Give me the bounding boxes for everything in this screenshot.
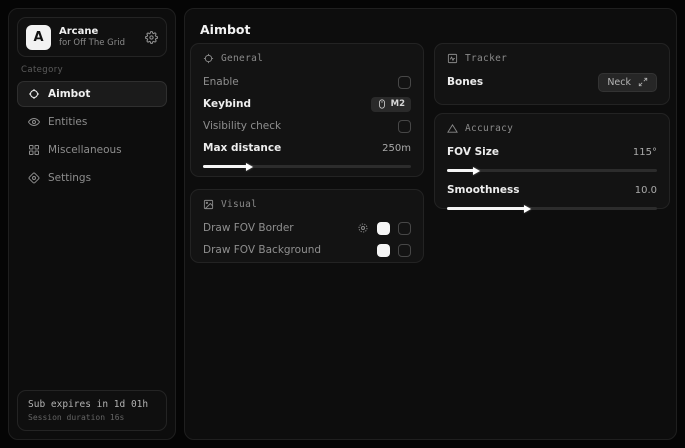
fov-background-color-swatch[interactable] bbox=[377, 244, 390, 257]
app-meta: Arcane for Off The Grid bbox=[59, 26, 137, 48]
draw-fov-border-controls bbox=[357, 222, 411, 235]
enable-row: Enable bbox=[203, 72, 411, 92]
max-distance-value: 250m bbox=[382, 143, 411, 154]
sidebar-item-label: Aimbot bbox=[48, 88, 90, 100]
slider-thumb[interactable] bbox=[246, 163, 253, 171]
smoothness-value: 10.0 bbox=[635, 185, 657, 196]
fov-size-slider[interactable] bbox=[447, 169, 657, 172]
draw-fov-border-checkbox[interactable] bbox=[398, 222, 411, 235]
gear-icon[interactable] bbox=[357, 222, 369, 234]
general-card-header: General bbox=[203, 53, 411, 64]
app-header: A Arcane for Off The Grid bbox=[17, 17, 167, 57]
bones-row: Bones Neck bbox=[447, 72, 657, 92]
sidebar-item-entities[interactable]: Entities bbox=[17, 109, 167, 135]
page-title: Aimbot bbox=[200, 22, 251, 37]
draw-fov-background-controls bbox=[377, 244, 411, 257]
bones-label: Bones bbox=[447, 76, 483, 88]
accuracy-card-header: Accuracy bbox=[447, 123, 657, 134]
eye-icon bbox=[27, 116, 40, 128]
sidebar-item-settings[interactable]: Settings bbox=[17, 165, 167, 191]
keybind-button[interactable]: M2 bbox=[371, 97, 411, 112]
tracker-card-header: Tracker bbox=[447, 53, 657, 64]
smoothness-slider[interactable] bbox=[447, 207, 657, 210]
settings-icon bbox=[27, 172, 40, 184]
fov-size-label: FOV Size bbox=[447, 146, 499, 158]
draw-fov-background-checkbox[interactable] bbox=[398, 244, 411, 257]
slider-thumb[interactable] bbox=[473, 167, 480, 175]
subscription-info: Sub expires in 1d 01h Session duration 1… bbox=[17, 390, 167, 431]
accuracy-card: Accuracy FOV Size 115° Smoothness 10.0 bbox=[434, 113, 670, 209]
activity-icon bbox=[447, 53, 458, 64]
enable-label: Enable bbox=[203, 76, 239, 88]
slider-thumb[interactable] bbox=[524, 205, 531, 213]
slider-fill bbox=[203, 165, 247, 168]
session-duration-text: Session duration 16s bbox=[28, 413, 156, 422]
tracker-card-title: Tracker bbox=[465, 53, 507, 64]
bones-dropdown[interactable]: Neck bbox=[598, 73, 657, 92]
keybind-row: Keybind M2 bbox=[203, 94, 411, 114]
accuracy-card-title: Accuracy bbox=[465, 123, 513, 134]
draw-fov-background-row: Draw FOV Background bbox=[203, 240, 411, 260]
visibility-check-row: Visibility check bbox=[203, 116, 411, 136]
tracker-card: Tracker Bones Neck bbox=[434, 43, 670, 105]
visibility-check-checkbox[interactable] bbox=[398, 120, 411, 133]
enable-checkbox[interactable] bbox=[398, 76, 411, 89]
visual-card-header: Visual bbox=[203, 199, 411, 210]
main-panel: Aimbot General Enable Keybind M2 Visibil… bbox=[184, 8, 677, 440]
bones-value: Neck bbox=[607, 77, 631, 88]
draw-fov-background-label: Draw FOV Background bbox=[203, 244, 321, 256]
max-distance-row: Max distance 250m bbox=[203, 138, 411, 158]
fov-size-value: 115° bbox=[633, 147, 657, 158]
category-label: Category bbox=[21, 65, 165, 75]
max-distance-slider[interactable] bbox=[203, 165, 411, 168]
general-card-title: General bbox=[221, 53, 263, 64]
fov-size-row: FOV Size 115° bbox=[447, 142, 657, 162]
app-logo: A bbox=[26, 25, 51, 50]
app-title: Arcane bbox=[59, 26, 137, 37]
visual-card: Visual Draw FOV Border Draw FOV Backgrou… bbox=[190, 189, 424, 263]
draw-fov-border-label: Draw FOV Border bbox=[203, 222, 294, 234]
crosshair-icon bbox=[27, 88, 40, 100]
sidebar: A Arcane for Off The Grid Category Aimbo… bbox=[8, 8, 176, 440]
gear-icon[interactable] bbox=[145, 31, 158, 44]
sidebar-item-label: Settings bbox=[48, 172, 91, 184]
sidebar-item-aimbot[interactable]: Aimbot bbox=[17, 81, 167, 107]
image-icon bbox=[203, 199, 214, 210]
general-card: General Enable Keybind M2 Visibility che… bbox=[190, 43, 424, 177]
keybind-label: Keybind bbox=[203, 98, 251, 110]
expand-icon bbox=[638, 77, 648, 87]
sidebar-item-label: Entities bbox=[48, 116, 87, 128]
max-distance-label: Max distance bbox=[203, 142, 281, 154]
grid-icon bbox=[27, 144, 40, 156]
sub-expires-text: Sub expires in 1d 01h bbox=[28, 399, 156, 410]
fov-border-color-swatch[interactable] bbox=[377, 222, 390, 235]
sidebar-nav: Aimbot Entities Miscellaneous Settings bbox=[9, 81, 175, 191]
sidebar-item-miscellaneous[interactable]: Miscellaneous bbox=[17, 137, 167, 163]
slider-fill bbox=[447, 169, 474, 172]
crosshair-icon bbox=[203, 53, 214, 64]
visibility-check-label: Visibility check bbox=[203, 120, 281, 132]
slider-fill bbox=[447, 207, 525, 210]
mouse-icon bbox=[377, 99, 387, 109]
smoothness-row: Smoothness 10.0 bbox=[447, 180, 657, 200]
sidebar-item-label: Miscellaneous bbox=[48, 144, 122, 156]
keybind-value: M2 bbox=[391, 99, 405, 109]
draw-fov-border-row: Draw FOV Border bbox=[203, 218, 411, 238]
smoothness-label: Smoothness bbox=[447, 184, 520, 196]
app-subtitle: for Off The Grid bbox=[59, 38, 137, 48]
visual-card-title: Visual bbox=[221, 199, 257, 210]
triangle-icon bbox=[447, 123, 458, 134]
